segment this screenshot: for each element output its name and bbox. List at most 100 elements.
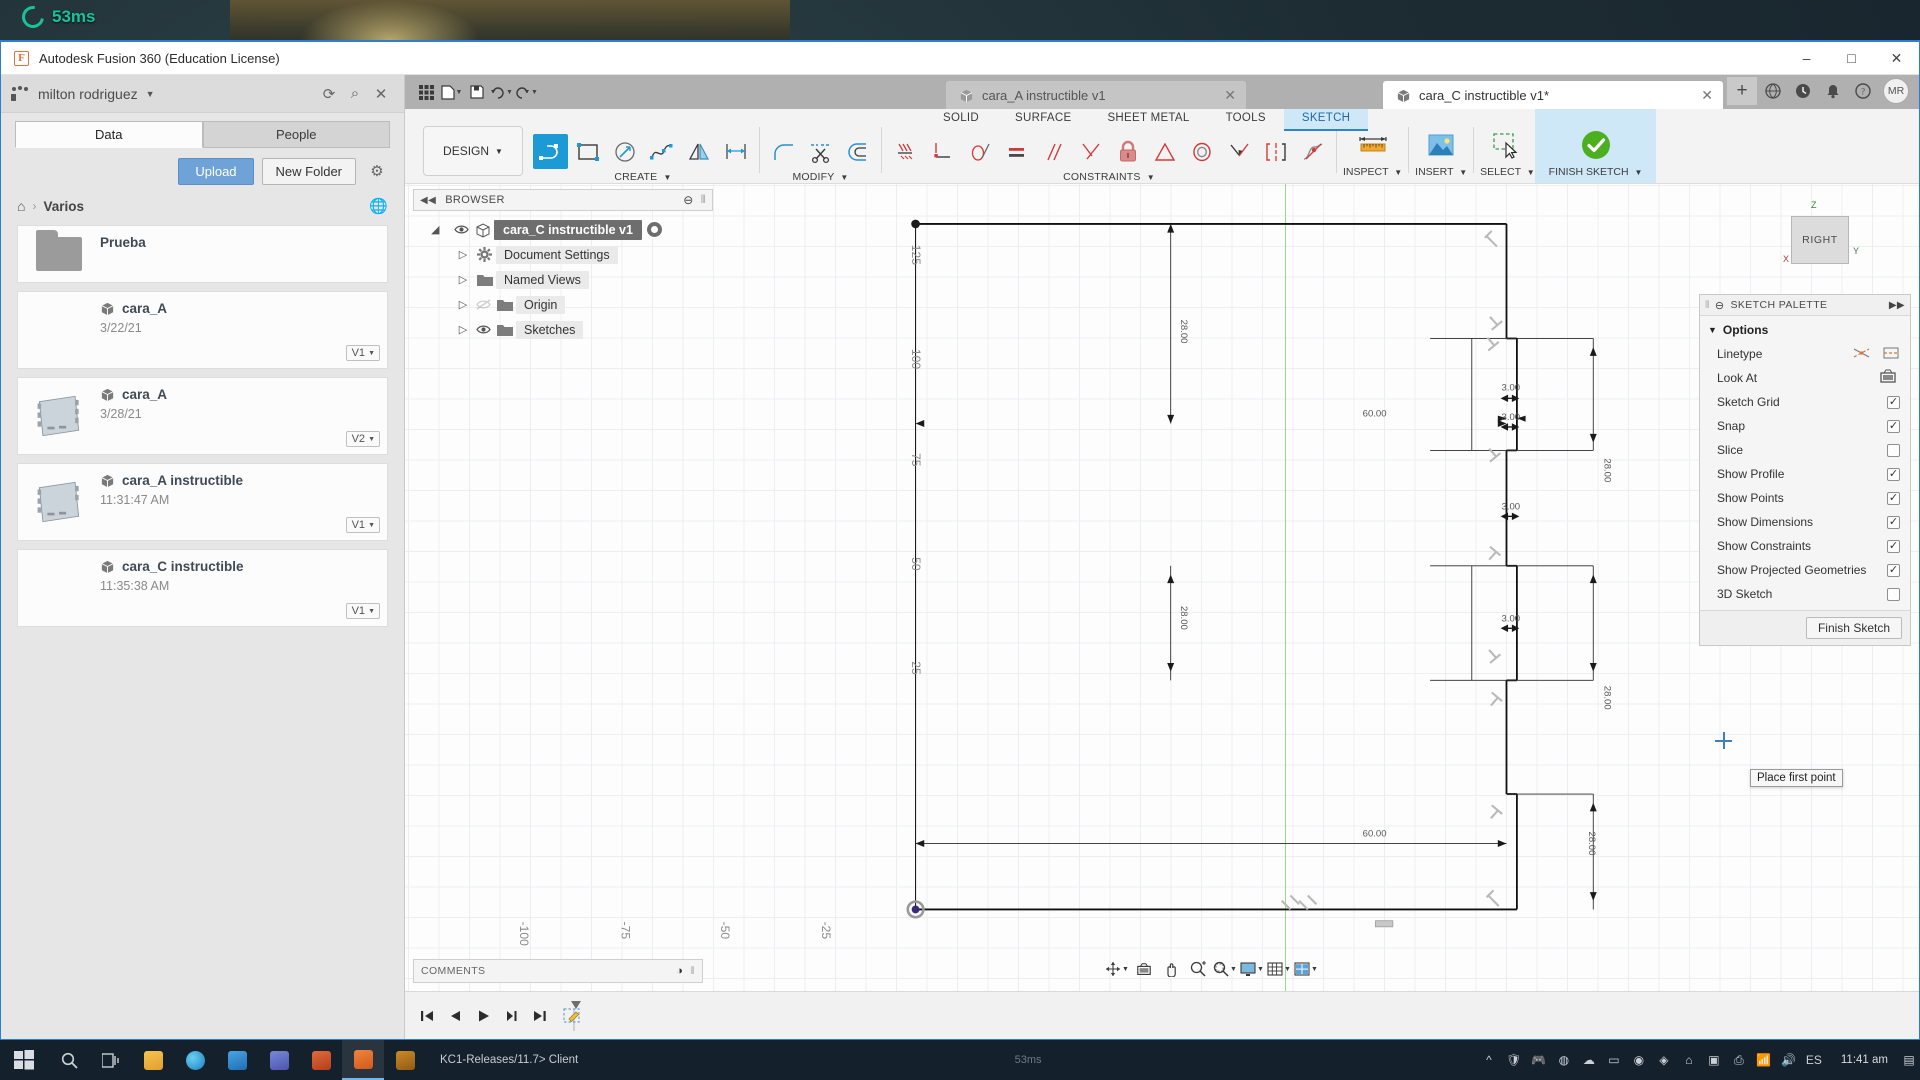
expand-arrow-icon[interactable]: ▷ bbox=[453, 248, 473, 261]
sketch-canvas[interactable]: 60.00 28.00 28.00 3.00 3.00 3.00 28.00 3… bbox=[405, 184, 1919, 991]
browser-node-sketches[interactable]: ▷ Sketches bbox=[453, 317, 713, 342]
timeline-feature-marker[interactable] bbox=[563, 1000, 587, 1031]
gear-icon[interactable]: ⚙ bbox=[364, 158, 390, 184]
view-cube-face-right[interactable]: RIGHT bbox=[1791, 216, 1849, 264]
eye-icon[interactable] bbox=[451, 224, 471, 235]
media-icon[interactable] bbox=[300, 1040, 342, 1080]
redo-icon[interactable]: ▼ bbox=[515, 81, 538, 103]
minimize-button[interactable]: – bbox=[1784, 42, 1829, 74]
palette-grip-icon[interactable]: ⦀ bbox=[1705, 300, 1710, 311]
new-tab-button[interactable]: + bbox=[1727, 77, 1757, 105]
perpendicular-icon[interactable] bbox=[1073, 134, 1108, 169]
document-tab-cara-a[interactable]: cara_A instructible v1 ✕ bbox=[946, 81, 1246, 109]
fit-icon[interactable]: ▼ bbox=[1212, 957, 1238, 981]
show-constraints-checkbox[interactable] bbox=[1887, 539, 1900, 553]
volume-icon[interactable]: 🔊 bbox=[1778, 1048, 1800, 1072]
expand-right-icon[interactable]: ▶▶ bbox=[1889, 300, 1905, 311]
browser-node-root[interactable]: ◢ cara_C instructible v1 bbox=[431, 217, 713, 242]
list-item[interactable]: cara_A 3/22/21 V1 ▼ bbox=[17, 291, 388, 369]
nvidia-icon[interactable]: ◈ bbox=[1653, 1048, 1675, 1072]
new-folder-button[interactable]: New Folder bbox=[261, 158, 356, 185]
battery-icon[interactable]: ▭ bbox=[1603, 1048, 1625, 1072]
comments-grip-icon[interactable]: ⦀ bbox=[690, 966, 695, 977]
undo-icon[interactable]: ▼ bbox=[490, 81, 513, 103]
job-status-icon[interactable] bbox=[1789, 78, 1817, 104]
concentric-icon[interactable] bbox=[1184, 134, 1219, 169]
tangent-icon[interactable] bbox=[962, 134, 997, 169]
browser-node-origin[interactable]: ▷ Origin bbox=[453, 292, 713, 317]
collapse-left-icon[interactable]: ◀◀ bbox=[420, 195, 436, 206]
language-icon[interactable]: ES bbox=[1803, 1048, 1825, 1072]
close-icon[interactable]: ✕ bbox=[1685, 87, 1713, 104]
notifications-icon[interactable] bbox=[1819, 78, 1847, 104]
printer-icon[interactable]: ⎙ bbox=[1728, 1048, 1750, 1072]
play-icon[interactable] bbox=[471, 1004, 495, 1028]
breadcrumb-current[interactable]: Varios bbox=[43, 199, 84, 214]
network-icon[interactable]: 📶 bbox=[1753, 1048, 1775, 1072]
version-badge[interactable]: V1 ▼ bbox=[345, 345, 380, 361]
comments-panel[interactable]: COMMENTS ◑ ⦀ bbox=[413, 959, 703, 983]
save-icon[interactable] bbox=[465, 81, 488, 103]
browser-minimize-icon[interactable]: ⊖ bbox=[683, 193, 693, 207]
browser-node-document-settings[interactable]: ▷ Document Settings bbox=[453, 242, 713, 267]
view-cube[interactable]: RIGHT Z Y X bbox=[1757, 194, 1867, 284]
maximize-button[interactable]: □ bbox=[1829, 42, 1874, 74]
look-at-icon[interactable] bbox=[1131, 957, 1157, 981]
coincident-icon[interactable] bbox=[888, 134, 923, 169]
orbit-icon[interactable]: ▼ bbox=[1104, 957, 1130, 981]
version-badge[interactable]: V2 ▼ bbox=[345, 431, 380, 447]
task-view-icon[interactable] bbox=[90, 1040, 132, 1080]
expand-arrow-icon[interactable]: ▷ bbox=[453, 323, 473, 336]
sketch-grid-checkbox[interactable] bbox=[1887, 395, 1900, 409]
ribbon-panel-select[interactable]: SELECT ▼ bbox=[1480, 109, 1535, 183]
3d-sketch-checkbox[interactable] bbox=[1887, 587, 1900, 601]
search-icon[interactable] bbox=[48, 1040, 90, 1080]
browser-icon[interactable] bbox=[174, 1040, 216, 1080]
chevron-down-icon[interactable]: ▼ bbox=[146, 89, 155, 99]
close-icon[interactable]: ✕ bbox=[1208, 87, 1236, 104]
display-settings-icon[interactable]: ▼ bbox=[1239, 957, 1265, 981]
design-workspace-button[interactable]: DESIGN ▼ bbox=[423, 126, 523, 176]
line-icon[interactable] bbox=[533, 134, 568, 169]
spline-icon[interactable] bbox=[644, 134, 679, 169]
circle-icon[interactable] bbox=[607, 134, 642, 169]
eye-hidden-icon[interactable] bbox=[473, 299, 493, 310]
chat-icon[interactable] bbox=[258, 1040, 300, 1080]
fillet-icon[interactable] bbox=[766, 134, 801, 169]
centerline-icon[interactable] bbox=[1882, 346, 1900, 363]
equal-icon[interactable] bbox=[999, 134, 1034, 169]
zoom-icon[interactable] bbox=[1185, 957, 1211, 981]
pan-icon[interactable] bbox=[1158, 957, 1184, 981]
ribbon-panel-insert[interactable]: INSERT ▼ bbox=[1415, 109, 1467, 183]
parallel-icon[interactable] bbox=[1036, 134, 1071, 169]
mirror-icon[interactable] bbox=[681, 134, 716, 169]
list-item[interactable]: cara_A 3/28/21 V2 ▼ bbox=[17, 377, 388, 455]
store-icon[interactable] bbox=[216, 1040, 258, 1080]
collinear-icon[interactable] bbox=[925, 134, 960, 169]
close-button[interactable]: ✕ bbox=[1874, 42, 1919, 74]
horizontal-vertical-icon[interactable] bbox=[1221, 134, 1256, 169]
ribbon-group-label[interactable]: MODIFY ▼ bbox=[792, 171, 848, 183]
activate-component-icon[interactable] bbox=[644, 220, 664, 239]
browser-grip-icon[interactable]: ⦀ bbox=[701, 194, 706, 207]
document-tab-cara-c[interactable]: cara_C instructible v1* ✕ bbox=[1383, 81, 1723, 109]
start-button[interactable] bbox=[0, 1040, 48, 1080]
list-item[interactable]: cara_C instructible 11:35:38 AM V1 ▼ bbox=[17, 549, 388, 627]
version-badge[interactable]: V1 ▼ bbox=[345, 517, 380, 533]
dimension-icon[interactable] bbox=[718, 134, 753, 169]
rectangle-icon[interactable] bbox=[570, 134, 605, 169]
step-forward-icon[interactable] bbox=[499, 1004, 523, 1028]
grid-snap-icon[interactable]: ▼ bbox=[1266, 957, 1292, 981]
version-badge[interactable]: V1 ▼ bbox=[345, 603, 380, 619]
show-profile-checkbox[interactable] bbox=[1887, 467, 1900, 481]
look-at-icon[interactable] bbox=[1879, 369, 1897, 387]
new-file-icon[interactable]: ▼ bbox=[440, 81, 463, 103]
slice-checkbox[interactable] bbox=[1887, 443, 1900, 457]
skip-end-icon[interactable] bbox=[527, 1004, 551, 1028]
list-item[interactable]: Prueba bbox=[17, 225, 388, 283]
snap-checkbox[interactable] bbox=[1887, 419, 1900, 433]
editor-icon[interactable] bbox=[384, 1040, 426, 1080]
cloud-icon[interactable]: ☁ bbox=[1578, 1048, 1600, 1072]
tab-people[interactable]: People bbox=[202, 121, 390, 148]
search-icon[interactable]: ⌕ bbox=[342, 81, 368, 107]
